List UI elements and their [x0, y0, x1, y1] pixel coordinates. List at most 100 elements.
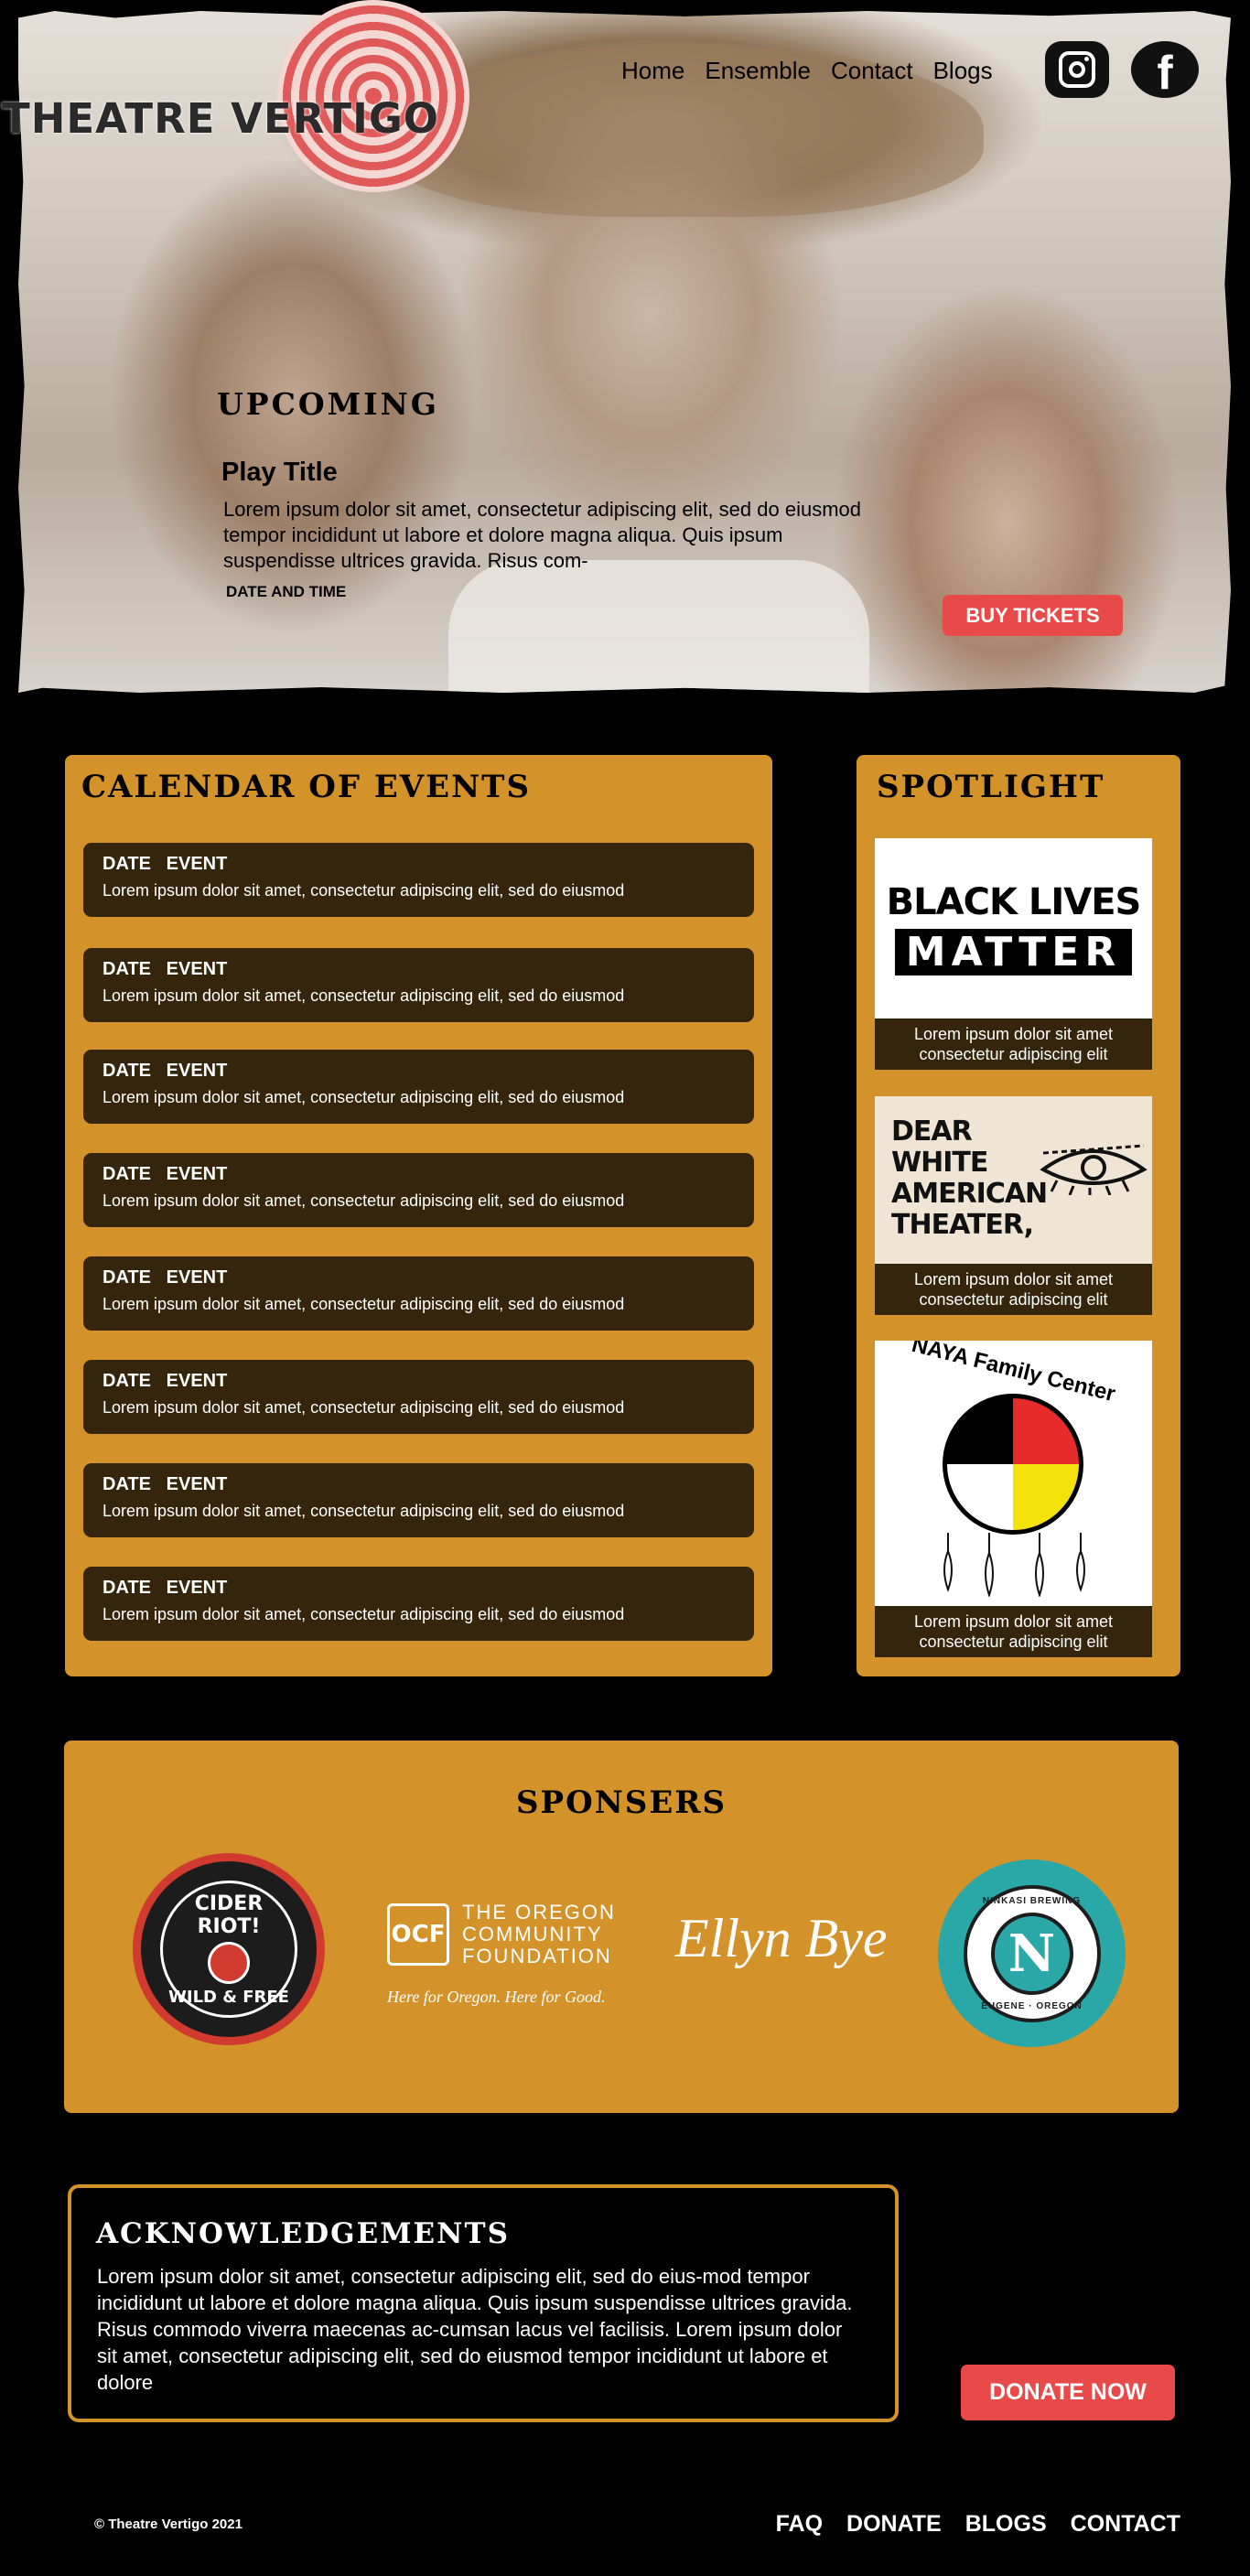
event-date-title: DATE EVENT [102, 1267, 227, 1288]
footer-link-blogs[interactable]: BLOGS [965, 2511, 1047, 2538]
sponsor-ellyn-bye-logo[interactable]: Ellyn Bye [675, 1907, 888, 1970]
apple-icon [208, 1941, 250, 1984]
event-card[interactable]: DATE EVENT Lorem ipsum dolor sit amet, co… [83, 1153, 754, 1227]
footer-link-contact[interactable]: CONTACT [1071, 2511, 1180, 2538]
event-date: DATE [102, 959, 151, 979]
ninkasi-top-text: NINKASI BREWING [982, 1895, 1082, 1906]
ocf-line1: THE OREGON [462, 1901, 616, 1924]
acknowledgements-box: ACKNOWLEDGEMENTS Lorem ipsum dolor sit a… [68, 2184, 899, 2422]
eye-icon [1040, 1144, 1148, 1195]
sponsors-title: SPONSERS [515, 1784, 727, 1821]
medicine-wheel-icon [943, 1394, 1083, 1535]
event-date-title: DATE EVENT [102, 1164, 227, 1185]
event-date: DATE [102, 1371, 151, 1391]
event-date-title: DATE EVENT [102, 1061, 227, 1082]
event-name: EVENT [166, 1371, 228, 1391]
event-date: DATE [102, 1061, 151, 1081]
event-description: Lorem ipsum dolor sit amet, consectetur … [102, 881, 625, 900]
upcoming-heading: UPCOMING [217, 386, 439, 422]
event-description: Lorem ipsum dolor sit amet, consectetur … [102, 1088, 625, 1106]
sponsor-ninkasi-logo[interactable]: NINKASI BREWING N EUGENE · OREGON [938, 1859, 1126, 2047]
event-card[interactable]: DATE EVENT Lorem ipsum dolor sit amet, co… [83, 1567, 754, 1641]
event-card[interactable]: DATE EVENT Lorem ipsum dolor sit amet, co… [83, 1050, 754, 1124]
spotlight-caption: Lorem ipsum dolor sit amet consectetur a… [875, 1606, 1152, 1657]
spotlight-card-dear[interactable]: DEAR WHITE AMERICAN THEATER, Lorem ipsum… [875, 1096, 1152, 1315]
dear-line3: AMERICAN [891, 1178, 1048, 1210]
ocf-line2: COMMUNITY [462, 1923, 603, 1945]
acknowledgements-body: Lorem ipsum dolor sit amet, consectetur … [97, 2265, 853, 2394]
donate-now-button[interactable]: DONATE NOW [961, 2365, 1175, 2420]
spotlight-caption: Lorem ipsum dolor sit amet consectetur a… [875, 1019, 1152, 1070]
event-date-title: DATE EVENT [102, 854, 227, 875]
nav-item-home[interactable]: Home [621, 57, 684, 85]
event-card[interactable]: DATE EVENT Lorem ipsum dolor sit amet, co… [83, 948, 754, 1022]
footer-nav: FAQ DONATE BLOGS CONTACT [776, 2511, 1180, 2538]
event-card[interactable]: DATE EVENT Lorem ipsum dolor sit amet, co… [83, 1256, 754, 1331]
ninkasi-bottom-text: EUGENE · OREGON [981, 2000, 1083, 2011]
sponsors-panel: SPONSERS CIDER RIOT! WILD & FREE OCF THE… [64, 1741, 1179, 2113]
feathers-icon [943, 1533, 1085, 1597]
spotlight-card-blm[interactable]: BLACK LIVES MATTER Lorem ipsum dolor sit… [875, 838, 1152, 1070]
event-description: Lorem ipsum dolor sit amet, consectetur … [102, 1295, 625, 1313]
event-description: Lorem ipsum dolor sit amet, consectetur … [102, 1502, 625, 1520]
event-name: EVENT [166, 1164, 228, 1184]
ocf-mark-icon: OCF [387, 1903, 449, 1966]
event-name: EVENT [166, 1578, 228, 1598]
spotlight-panel: SPOTLIGHT BLACK LIVES MATTER Lorem ipsum… [857, 755, 1180, 1676]
event-name: EVENT [166, 1474, 228, 1494]
footer-link-faq[interactable]: FAQ [776, 2511, 823, 2538]
instagram-link[interactable] [1045, 41, 1109, 98]
event-description: Lorem ipsum dolor sit amet, consectetur … [102, 1398, 625, 1417]
event-date: DATE [102, 854, 151, 874]
facebook-link[interactable]: f [1131, 41, 1199, 98]
ninkasi-n-icon: N [990, 1912, 1073, 1995]
event-description: Lorem ipsum dolor sit amet, consectetur … [102, 1191, 625, 1210]
acknowledgements-title: ACKNOWLEDGEMENTS [96, 2217, 510, 2250]
sponsor-cider-riot-logo[interactable]: CIDER RIOT! WILD & FREE [133, 1853, 325, 2045]
nav-item-contact[interactable]: Contact [831, 57, 913, 85]
main-nav: Home Ensemble Contact Blogs [621, 57, 993, 85]
ocf-line3: FOUNDATION [462, 1945, 612, 1967]
event-description: Lorem ipsum dolor sit amet, consectetur … [102, 1605, 625, 1623]
spotlight-caption: Lorem ipsum dolor sit amet consectetur a… [875, 1264, 1152, 1315]
blm-image: BLACK LIVES MATTER [875, 838, 1152, 1019]
facebook-icon: f [1157, 47, 1173, 100]
nav-item-ensemble[interactable]: Ensemble [705, 57, 811, 85]
event-card[interactable]: DATE EVENT Lorem ipsum dolor sit amet, co… [83, 843, 754, 917]
event-date-title: DATE EVENT [102, 1371, 227, 1392]
event-date-title: DATE EVENT [102, 1578, 227, 1599]
calendar-panel: CALENDAR OF EVENTS DATE EVENT Lorem ipsum… [65, 755, 772, 1676]
event-name: EVENT [166, 959, 228, 979]
logo-wordmark: THEATRE VERTIGO [2, 94, 440, 143]
sponsor-ocf-logo[interactable]: OCF THE OREGON COMMUNITY FOUNDATION Here… [387, 1901, 634, 2013]
play-date-time: DATE AND TIME [226, 583, 347, 600]
event-name: EVENT [166, 1267, 228, 1288]
buy-tickets-button[interactable]: BUY TICKETS [943, 595, 1123, 636]
blm-line2: MATTER [894, 929, 1133, 975]
dear-line2: WHITE [891, 1147, 988, 1179]
event-date: DATE [102, 1267, 151, 1288]
play-description: Lorem ipsum dolor sit amet, consectetur … [223, 498, 862, 572]
event-description: Lorem ipsum dolor sit amet, consectetur … [102, 986, 625, 1005]
dear-image: DEAR WHITE AMERICAN THEATER, [875, 1096, 1152, 1264]
nav-item-blogs[interactable]: Blogs [933, 57, 993, 85]
spotlight-card-naya[interactable]: NAYA Family Center Lorem ipsum dolor sit… [875, 1341, 1152, 1657]
copyright-text: © Theatre Vertigo 2021 [94, 2517, 242, 2532]
hero-section: THEATRE VERTIGO Home Ensemble Contact Bl… [0, 0, 1250, 700]
event-date-title: DATE EVENT [102, 1474, 227, 1495]
event-date: DATE [102, 1474, 151, 1494]
site-logo[interactable]: THEATRE VERTIGO [0, 0, 476, 192]
hero-photo-shirt [448, 560, 869, 693]
event-card[interactable]: DATE EVENT Lorem ipsum dolor sit amet, co… [83, 1360, 754, 1434]
event-card[interactable]: DATE EVENT Lorem ipsum dolor sit amet, co… [83, 1463, 754, 1537]
footer-link-donate[interactable]: DONATE [846, 2511, 942, 2538]
play-title: Play Title [221, 458, 338, 487]
event-name: EVENT [166, 854, 228, 874]
ocf-tagline: Here for Oregon. Here for Good. [387, 1988, 606, 2006]
instagram-icon [1059, 51, 1095, 88]
dear-line4: THEATER, [891, 1209, 1034, 1241]
cider-line2: WILD & FREE [168, 1987, 289, 2007]
event-date: DATE [102, 1578, 151, 1598]
naya-image: NAYA Family Center [875, 1341, 1152, 1606]
calendar-title: CALENDAR OF EVENTS [81, 769, 532, 805]
